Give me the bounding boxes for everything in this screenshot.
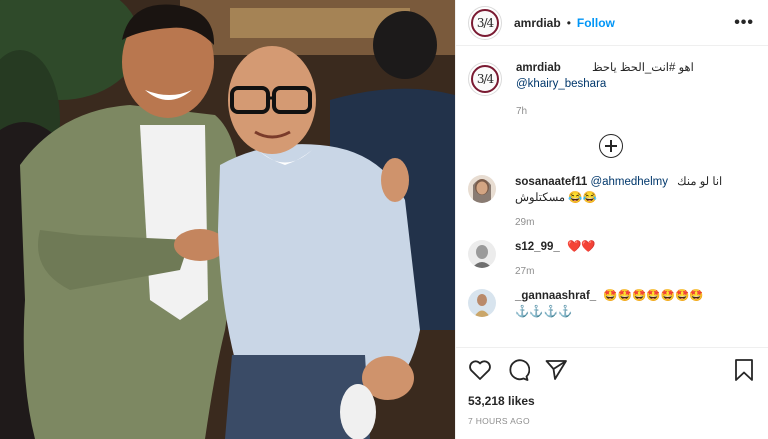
comment-time: 29m xyxy=(515,217,535,228)
post-header: 3/4 amrdiab • Follow ••• xyxy=(456,0,768,46)
author-username[interactable]: amrdiab xyxy=(514,16,561,30)
comment-text: انا لو منك xyxy=(677,176,723,188)
post-photo[interactable] xyxy=(0,0,455,439)
comment-icon[interactable] xyxy=(506,358,530,382)
avatar-logo: 3/4 xyxy=(471,65,499,93)
post-actions: 53,218 likes 7 HOURS AGO xyxy=(456,347,768,439)
bookmark-icon[interactable] xyxy=(734,358,754,382)
caption-username[interactable]: amrdiab xyxy=(516,62,561,74)
caption-body: amrdiab اهو #انت_الحظ ياحظ @khairy_besha… xyxy=(516,60,694,120)
comment-item: sosanaatef11 @ahmedhelmy انا لو منك مسكت… xyxy=(468,174,754,231)
comment-body: s12_99_ ❤️❤️ 27m xyxy=(515,239,596,280)
plus-circle-icon[interactable] xyxy=(599,134,623,158)
caption-avatar[interactable]: 3/4 xyxy=(468,62,502,96)
comment-text: ❤️❤️ xyxy=(566,241,596,253)
caption: 3/4 amrdiab اهو #انت_الحظ ياحظ @khairy_b… xyxy=(468,60,754,120)
comment-item: s12_99_ ❤️❤️ 27m xyxy=(468,239,754,280)
comment-item: _gannaashraf_ 🤩🤩🤩🤩🤩🤩🤩 ⚓⚓⚓⚓ xyxy=(468,288,754,320)
likes-count[interactable]: 53,218 likes xyxy=(468,394,754,408)
more-icon[interactable]: ••• xyxy=(734,14,754,32)
commenter-avatar[interactable] xyxy=(468,240,496,268)
heart-icon[interactable] xyxy=(468,359,492,381)
follow-button[interactable]: Follow xyxy=(577,16,615,30)
commenter-avatar[interactable] xyxy=(468,289,496,317)
caption-text: اهو #انت_الحظ ياحظ xyxy=(591,62,694,74)
separator-dot: • xyxy=(566,15,571,30)
comment-mention[interactable]: @ahmedhelmy xyxy=(590,176,668,188)
commenter-avatar[interactable] xyxy=(468,175,496,203)
comment-text-line2: مسكتلوش 😂😂 xyxy=(515,192,597,204)
post-panel: 3/4 amrdiab • Follow ••• 3/4 amrdiab اهو… xyxy=(455,0,768,439)
comment-username[interactable]: _gannaashraf_ xyxy=(515,290,596,302)
action-bar xyxy=(468,358,754,382)
comment-body: sosanaatef11 @ahmedhelmy انا لو منك مسكت… xyxy=(515,174,722,231)
posted-time: 7 HOURS AGO xyxy=(468,416,530,426)
comments-section[interactable]: 3/4 amrdiab اهو #انت_الحظ ياحظ @khairy_b… xyxy=(456,46,768,347)
avatar-logo: 3/4 xyxy=(471,8,499,37)
comment-username[interactable]: sosanaatef11 xyxy=(515,176,587,188)
comment-text-line2: ⚓⚓⚓⚓ xyxy=(515,306,573,318)
caption-mention[interactable]: @khairy_besharа xyxy=(516,76,694,92)
comment-time: 27m xyxy=(515,266,535,277)
author-avatar[interactable]: 3/4 xyxy=(468,5,502,40)
load-more xyxy=(468,134,754,158)
photo-illustration xyxy=(0,0,455,439)
share-icon[interactable] xyxy=(544,358,568,382)
comment-text: 🤩🤩🤩🤩🤩🤩🤩 xyxy=(603,290,704,302)
comment-body: _gannaashraf_ 🤩🤩🤩🤩🤩🤩🤩 ⚓⚓⚓⚓ xyxy=(515,288,704,320)
comment-username[interactable]: s12_99_ xyxy=(515,241,560,253)
caption-time: 7h xyxy=(516,106,528,117)
